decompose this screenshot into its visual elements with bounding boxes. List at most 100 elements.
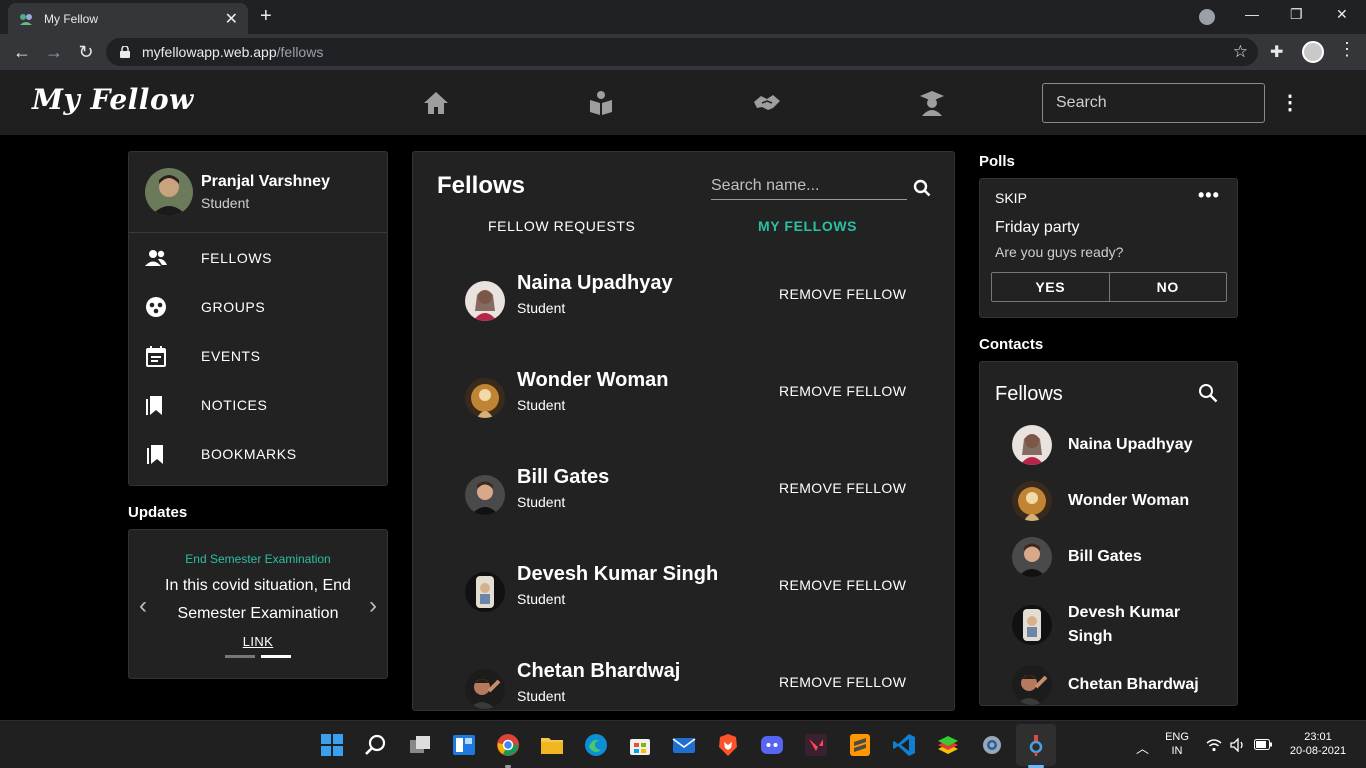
app-search-input[interactable] — [1042, 83, 1265, 123]
app-logo[interactable]: My Fellow — [32, 83, 194, 116]
vscode-icon[interactable] — [892, 733, 916, 757]
chrome-icon[interactable] — [496, 733, 520, 757]
updates-heading: Updates — [128, 504, 188, 521]
extensions-icon[interactable]: ✚ — [1270, 42, 1283, 62]
poll-yes-button[interactable]: YES — [992, 273, 1109, 301]
forward-icon[interactable]: → — [42, 40, 66, 64]
window-close-icon[interactable]: ✕ — [1336, 6, 1348, 23]
chevron-up-icon[interactable]: ︿ — [1136, 738, 1149, 757]
contact-name: Wonder Woman — [1068, 492, 1190, 509]
volume-icon[interactable] — [1230, 738, 1246, 752]
avatar — [1012, 605, 1052, 645]
valorant-icon[interactable] — [804, 733, 828, 757]
widgets-icon[interactable] — [452, 733, 476, 757]
fellow-role: Student — [517, 688, 566, 704]
task-view-icon[interactable] — [408, 733, 432, 757]
settings-icon[interactable] — [980, 733, 1004, 757]
remove-fellow-button[interactable]: REMOVE FELLOW — [779, 674, 906, 690]
browser-profile-icon[interactable] — [1199, 9, 1215, 25]
remove-fellow-button[interactable]: REMOVE FELLOW — [779, 383, 906, 399]
poll-options: YES NO — [991, 272, 1227, 302]
restore-icon[interactable]: ❐ — [1290, 6, 1303, 23]
sublime-text-icon[interactable] — [848, 733, 872, 757]
poll-question: Friday party — [995, 219, 1080, 236]
book-icon[interactable] — [587, 90, 615, 116]
handshake-icon[interactable] — [753, 90, 781, 116]
windows-start-icon[interactable] — [320, 733, 344, 757]
list-item: Chetan Bhardwaj Student REMOVE FELLOW — [465, 660, 925, 710]
file-explorer-icon[interactable] — [540, 733, 564, 757]
user-profile[interactable]: Pranjal Varshney Student — [129, 152, 387, 233]
clock[interactable]: 23:01 20-08-2021 — [1286, 731, 1350, 757]
fellow-name[interactable]: Devesh Kumar Singh — [517, 563, 718, 586]
fellow-name[interactable]: Wonder Woman — [517, 369, 668, 392]
tab-my-fellows[interactable]: MY FELLOWS — [758, 218, 857, 234]
poll-subtitle: Are you guys ready? — [995, 244, 1124, 260]
remove-fellow-button[interactable]: REMOVE FELLOW — [779, 577, 906, 593]
contact-name: Naina Upadhyay — [1068, 436, 1193, 453]
remove-fellow-button[interactable]: REMOVE FELLOW — [779, 480, 906, 496]
contact-item[interactable]: Naina Upadhyay — [1012, 425, 1222, 465]
app-menu-icon[interactable]: ⋮ — [1280, 90, 1300, 116]
new-tab-icon[interactable]: + — [260, 5, 272, 28]
sidebar-item-groups[interactable]: GROUPS — [129, 282, 387, 331]
browser-tab[interactable]: My Fellow ✕ — [8, 3, 248, 34]
contacts-heading: Contacts — [979, 336, 1044, 353]
chevron-left-icon[interactable]: ‹ — [139, 592, 147, 620]
poll-skip-button[interactable]: SKIP — [995, 190, 1027, 206]
reload-icon[interactable]: ↻ — [74, 40, 98, 64]
chevron-right-icon[interactable]: › — [369, 592, 377, 620]
discord-icon[interactable] — [760, 733, 784, 757]
carousel-dot-active[interactable] — [261, 655, 291, 658]
graduate-icon[interactable] — [918, 90, 946, 116]
contact-item[interactable]: Bill Gates — [1012, 537, 1222, 577]
brave-icon[interactable] — [716, 733, 740, 757]
contact-name: Bill Gates — [1068, 548, 1142, 565]
bookmark-star-icon[interactable]: ☆ — [1233, 42, 1248, 62]
search-icon[interactable] — [1198, 383, 1218, 403]
lock-icon — [120, 46, 130, 58]
sidebar-item-label: FELLOWS — [201, 249, 273, 266]
avatar — [465, 669, 505, 709]
contact-item[interactable]: Chetan Bhardwaj — [1012, 665, 1222, 705]
name-search-input[interactable] — [711, 172, 907, 200]
bluestacks-icon[interactable] — [936, 733, 960, 757]
language-indicator[interactable]: ENG IN — [1162, 731, 1192, 757]
remove-fellow-button[interactable]: REMOVE FELLOW — [779, 286, 906, 302]
url-text: myfellowapp.web.app/fellows — [142, 44, 324, 60]
sidebar-item-events[interactable]: EVENTS — [129, 331, 387, 380]
search-icon[interactable] — [364, 733, 388, 757]
fellow-name[interactable]: Bill Gates — [517, 466, 609, 489]
tab-fellow-requests[interactable]: FELLOW REQUESTS — [488, 218, 635, 234]
update-link[interactable]: LINK — [243, 634, 274, 649]
search-icon[interactable] — [913, 179, 931, 197]
sidebar-item-label: EVENTS — [201, 347, 261, 364]
contact-item[interactable]: Wonder Woman — [1012, 481, 1222, 521]
taskbar: ︿ ENG IN 23:01 20-08-2021 — [0, 720, 1366, 768]
sidebar-item-bookmarks[interactable]: BOOKMARKS — [129, 429, 387, 478]
account-avatar[interactable] — [1302, 41, 1324, 63]
poll-no-button[interactable]: NO — [1108, 273, 1227, 301]
fellow-name[interactable]: Naina Upadhyay — [517, 272, 673, 295]
contact-item[interactable]: Devesh Kumar Singh — [1012, 601, 1222, 649]
sidebar-item-notices[interactable]: NOTICES — [129, 380, 387, 429]
wifi-icon[interactable] — [1206, 738, 1222, 752]
fellow-name[interactable]: Chetan Bhardwaj — [517, 660, 680, 683]
browser-menu-icon[interactable]: ⋮ — [1338, 39, 1356, 60]
battery-icon[interactable] — [1254, 739, 1272, 750]
mail-icon[interactable] — [672, 733, 696, 757]
more-options-icon[interactable]: ••• — [1198, 185, 1220, 206]
app-tool-icon[interactable] — [1024, 733, 1048, 757]
carousel-dot[interactable] — [225, 655, 255, 658]
fellow-role: Student — [517, 494, 566, 510]
home-icon[interactable] — [422, 90, 450, 116]
polls-heading: Polls — [979, 153, 1015, 170]
minimize-icon[interactable]: — — [1245, 6, 1259, 22]
list-item: Naina Upadhyay Student REMOVE FELLOW — [465, 272, 925, 332]
edge-icon[interactable] — [584, 733, 608, 757]
tab-close-icon[interactable]: ✕ — [225, 9, 238, 29]
sidebar-item-fellows[interactable]: FELLOWS — [129, 233, 387, 282]
back-icon[interactable]: ← — [10, 40, 34, 64]
address-bar[interactable]: myfellowapp.web.app/fellows ☆ — [106, 38, 1258, 66]
store-icon[interactable] — [628, 733, 652, 757]
